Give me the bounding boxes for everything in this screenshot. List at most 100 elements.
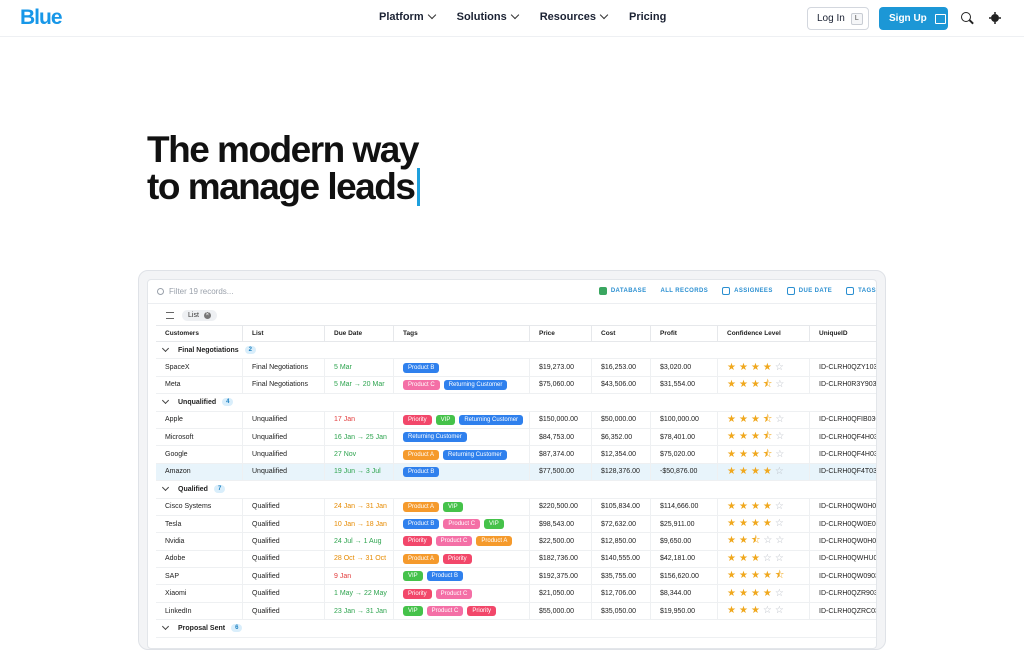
star-icon[interactable]: ★ xyxy=(763,571,772,581)
star-icon[interactable]: ★ xyxy=(751,449,760,460)
star-icon[interactable]: ★ xyxy=(739,606,748,616)
table-row[interactable]: Meta Final Negotiations 5 Mar → 20 Mar Prod… xyxy=(156,376,876,395)
star-icon[interactable]: ☆ xyxy=(763,606,772,616)
star-icon[interactable]: ★ xyxy=(727,536,736,546)
star-icon[interactable]: ☆ xyxy=(775,519,784,529)
tags-button[interactable]: TAGS xyxy=(846,287,876,295)
star-icon[interactable]: ★ xyxy=(739,432,748,442)
star-rating[interactable]: ★ ★ ★ ⯪ ☆ xyxy=(727,379,784,390)
star-icon[interactable]: ★ xyxy=(751,501,760,512)
star-icon[interactable]: ★ xyxy=(739,588,748,599)
star-icon[interactable]: ☆ xyxy=(775,606,784,616)
star-icon[interactable]: ★ xyxy=(727,501,736,512)
star-icon[interactable]: ★ xyxy=(751,432,760,442)
confidence-cell[interactable]: ★ ★ ★ ⯪ ☆ xyxy=(718,446,810,463)
group-header[interactable]: Unqualified 4 xyxy=(156,394,876,412)
table-row[interactable]: Tesla Qualified 10 Jan → 18 Jan Product B Pr… xyxy=(156,515,876,534)
table-row[interactable]: SAP Qualified 9 Jan VIP Product B $192,375.00… xyxy=(156,568,876,586)
logo[interactable]: Blue xyxy=(20,6,63,30)
confidence-cell[interactable]: ★ ★ ★ ★ ☆ xyxy=(718,498,810,515)
star-icon[interactable]: ★ xyxy=(739,379,748,390)
filter-input[interactable]: Filter 19 records... xyxy=(157,287,233,296)
confidence-cell[interactable]: ★ ★ ★ ⯪ ☆ xyxy=(718,376,810,394)
star-icon[interactable]: ★ xyxy=(763,466,772,477)
theme-toggle-sun-icon[interactable] xyxy=(991,14,999,22)
star-rating[interactable]: ★ ★ ★ ★ ☆ xyxy=(727,519,784,529)
column-header[interactable]: Tags xyxy=(394,326,530,341)
search-icon[interactable] xyxy=(961,12,971,22)
star-icon[interactable]: ☆ xyxy=(775,379,784,390)
star-icon[interactable]: ★ xyxy=(763,588,772,599)
star-icon[interactable]: ★ xyxy=(727,379,736,390)
star-icon[interactable]: ★ xyxy=(751,379,760,390)
star-icon[interactable]: ★ xyxy=(739,362,748,373)
star-icon[interactable]: ★ xyxy=(751,414,760,425)
star-icon[interactable]: ★ xyxy=(727,571,736,581)
table-row[interactable]: Adobe Qualified 28 Oct → 31 Oct Product A Pr… xyxy=(156,550,876,569)
star-icon[interactable]: ☆ xyxy=(775,449,784,460)
column-header[interactable]: Cost xyxy=(592,326,651,341)
confidence-cell[interactable]: ★ ★ ★ ⯪ ☆ xyxy=(718,411,810,428)
column-header[interactable]: Due Date xyxy=(325,326,394,341)
star-icon[interactable]: ★ xyxy=(727,362,736,373)
column-header[interactable]: UniqueID xyxy=(810,326,876,341)
confidence-cell[interactable]: ★ ★ ⯪ ☆ ☆ xyxy=(718,533,810,550)
star-icon[interactable]: ☆ xyxy=(775,432,784,442)
star-icon[interactable]: ★ xyxy=(727,606,736,616)
star-icon[interactable]: ★ xyxy=(739,553,748,564)
column-header[interactable]: Confidence Level xyxy=(718,326,810,341)
star-rating[interactable]: ★ ★ ★ ★ ☆ xyxy=(727,501,784,512)
star-icon[interactable]: ⯪ xyxy=(763,449,772,460)
star-icon[interactable]: ★ xyxy=(727,466,736,477)
star-icon[interactable]: ★ xyxy=(727,519,736,529)
table-row[interactable]: Nvidia Qualified 24 Jul → 1 Aug Priority Pro… xyxy=(156,533,876,551)
star-icon[interactable]: ☆ xyxy=(775,588,784,599)
star-icon[interactable]: ★ xyxy=(739,466,748,477)
star-rating[interactable]: ★ ★ ★ ⯪ ☆ xyxy=(727,449,784,460)
login-button[interactable]: Log In L xyxy=(807,7,869,30)
star-icon[interactable]: ⯪ xyxy=(763,414,772,425)
chevron-down-icon[interactable] xyxy=(161,345,170,353)
signup-button[interactable]: Sign Up xyxy=(879,7,948,30)
confidence-cell[interactable]: ★ ★ ★ ⯪ ☆ xyxy=(718,428,810,446)
close-icon[interactable]: × xyxy=(203,311,211,319)
star-rating[interactable]: ★ ★ ★ ⯪ ☆ xyxy=(727,414,784,425)
star-icon[interactable]: ☆ xyxy=(763,553,772,564)
star-rating[interactable]: ★ ★ ⯪ ☆ ☆ xyxy=(727,536,784,546)
star-rating[interactable]: ★ ★ ★ ★ ⯪ xyxy=(727,571,784,581)
confidence-cell[interactable]: ★ ★ ★ ★ ☆ xyxy=(718,585,810,602)
star-icon[interactable]: ⯪ xyxy=(751,536,760,546)
star-icon[interactable]: ☆ xyxy=(775,414,784,425)
star-icon[interactable]: ☆ xyxy=(775,536,784,546)
confidence-cell[interactable]: ★ ★ ★ ★ ☆ xyxy=(718,515,810,533)
star-icon[interactable]: ☆ xyxy=(763,536,772,546)
all-records-button[interactable]: ALL RECORDS xyxy=(660,287,708,295)
chevron-down-icon[interactable] xyxy=(161,623,170,631)
star-rating[interactable]: ★ ★ ★ ★ ☆ xyxy=(727,588,784,599)
star-icon[interactable]: ★ xyxy=(751,466,760,477)
table-row[interactable]: Google Unqualified 27 Nov Product A Returnin… xyxy=(156,446,876,464)
menu-resources[interactable]: Resources xyxy=(540,10,609,23)
star-icon[interactable]: ★ xyxy=(763,362,772,373)
due-date-button[interactable]: DUE DATE xyxy=(786,287,832,295)
star-rating[interactable]: ★ ★ ★ ★ ☆ xyxy=(727,466,784,477)
table-row[interactable]: Xiaomi Qualified 1 May → 22 May Priority Pro… xyxy=(156,585,876,603)
star-icon[interactable]: ⯪ xyxy=(763,379,772,390)
star-icon[interactable]: ★ xyxy=(727,553,736,564)
group-header[interactable]: Final Negotiations 2 xyxy=(156,342,876,360)
star-icon[interactable]: ★ xyxy=(739,571,748,581)
column-header[interactable]: Price xyxy=(530,326,592,341)
star-icon[interactable]: ☆ xyxy=(775,501,784,512)
group-header[interactable]: Qualified 7 xyxy=(156,481,876,499)
star-icon[interactable]: ★ xyxy=(727,449,736,460)
star-icon[interactable]: ★ xyxy=(751,571,760,581)
table-row[interactable]: Microsoft Unqualified 16 Jan → 25 Jan Retur… xyxy=(156,428,876,447)
star-icon[interactable]: ★ xyxy=(739,536,748,546)
table-row[interactable]: Apple Unqualified 17 Jan Priority VIP Returni… xyxy=(156,411,876,429)
star-icon[interactable]: ☆ xyxy=(775,553,784,564)
assignees-button[interactable]: ASSIGNEES xyxy=(722,287,773,295)
star-icon[interactable]: ★ xyxy=(763,519,772,529)
group-header[interactable]: Proposal Sent 6 xyxy=(156,620,876,638)
group-chip[interactable]: List × xyxy=(182,309,217,321)
menu-pricing[interactable]: Pricing xyxy=(629,11,666,23)
